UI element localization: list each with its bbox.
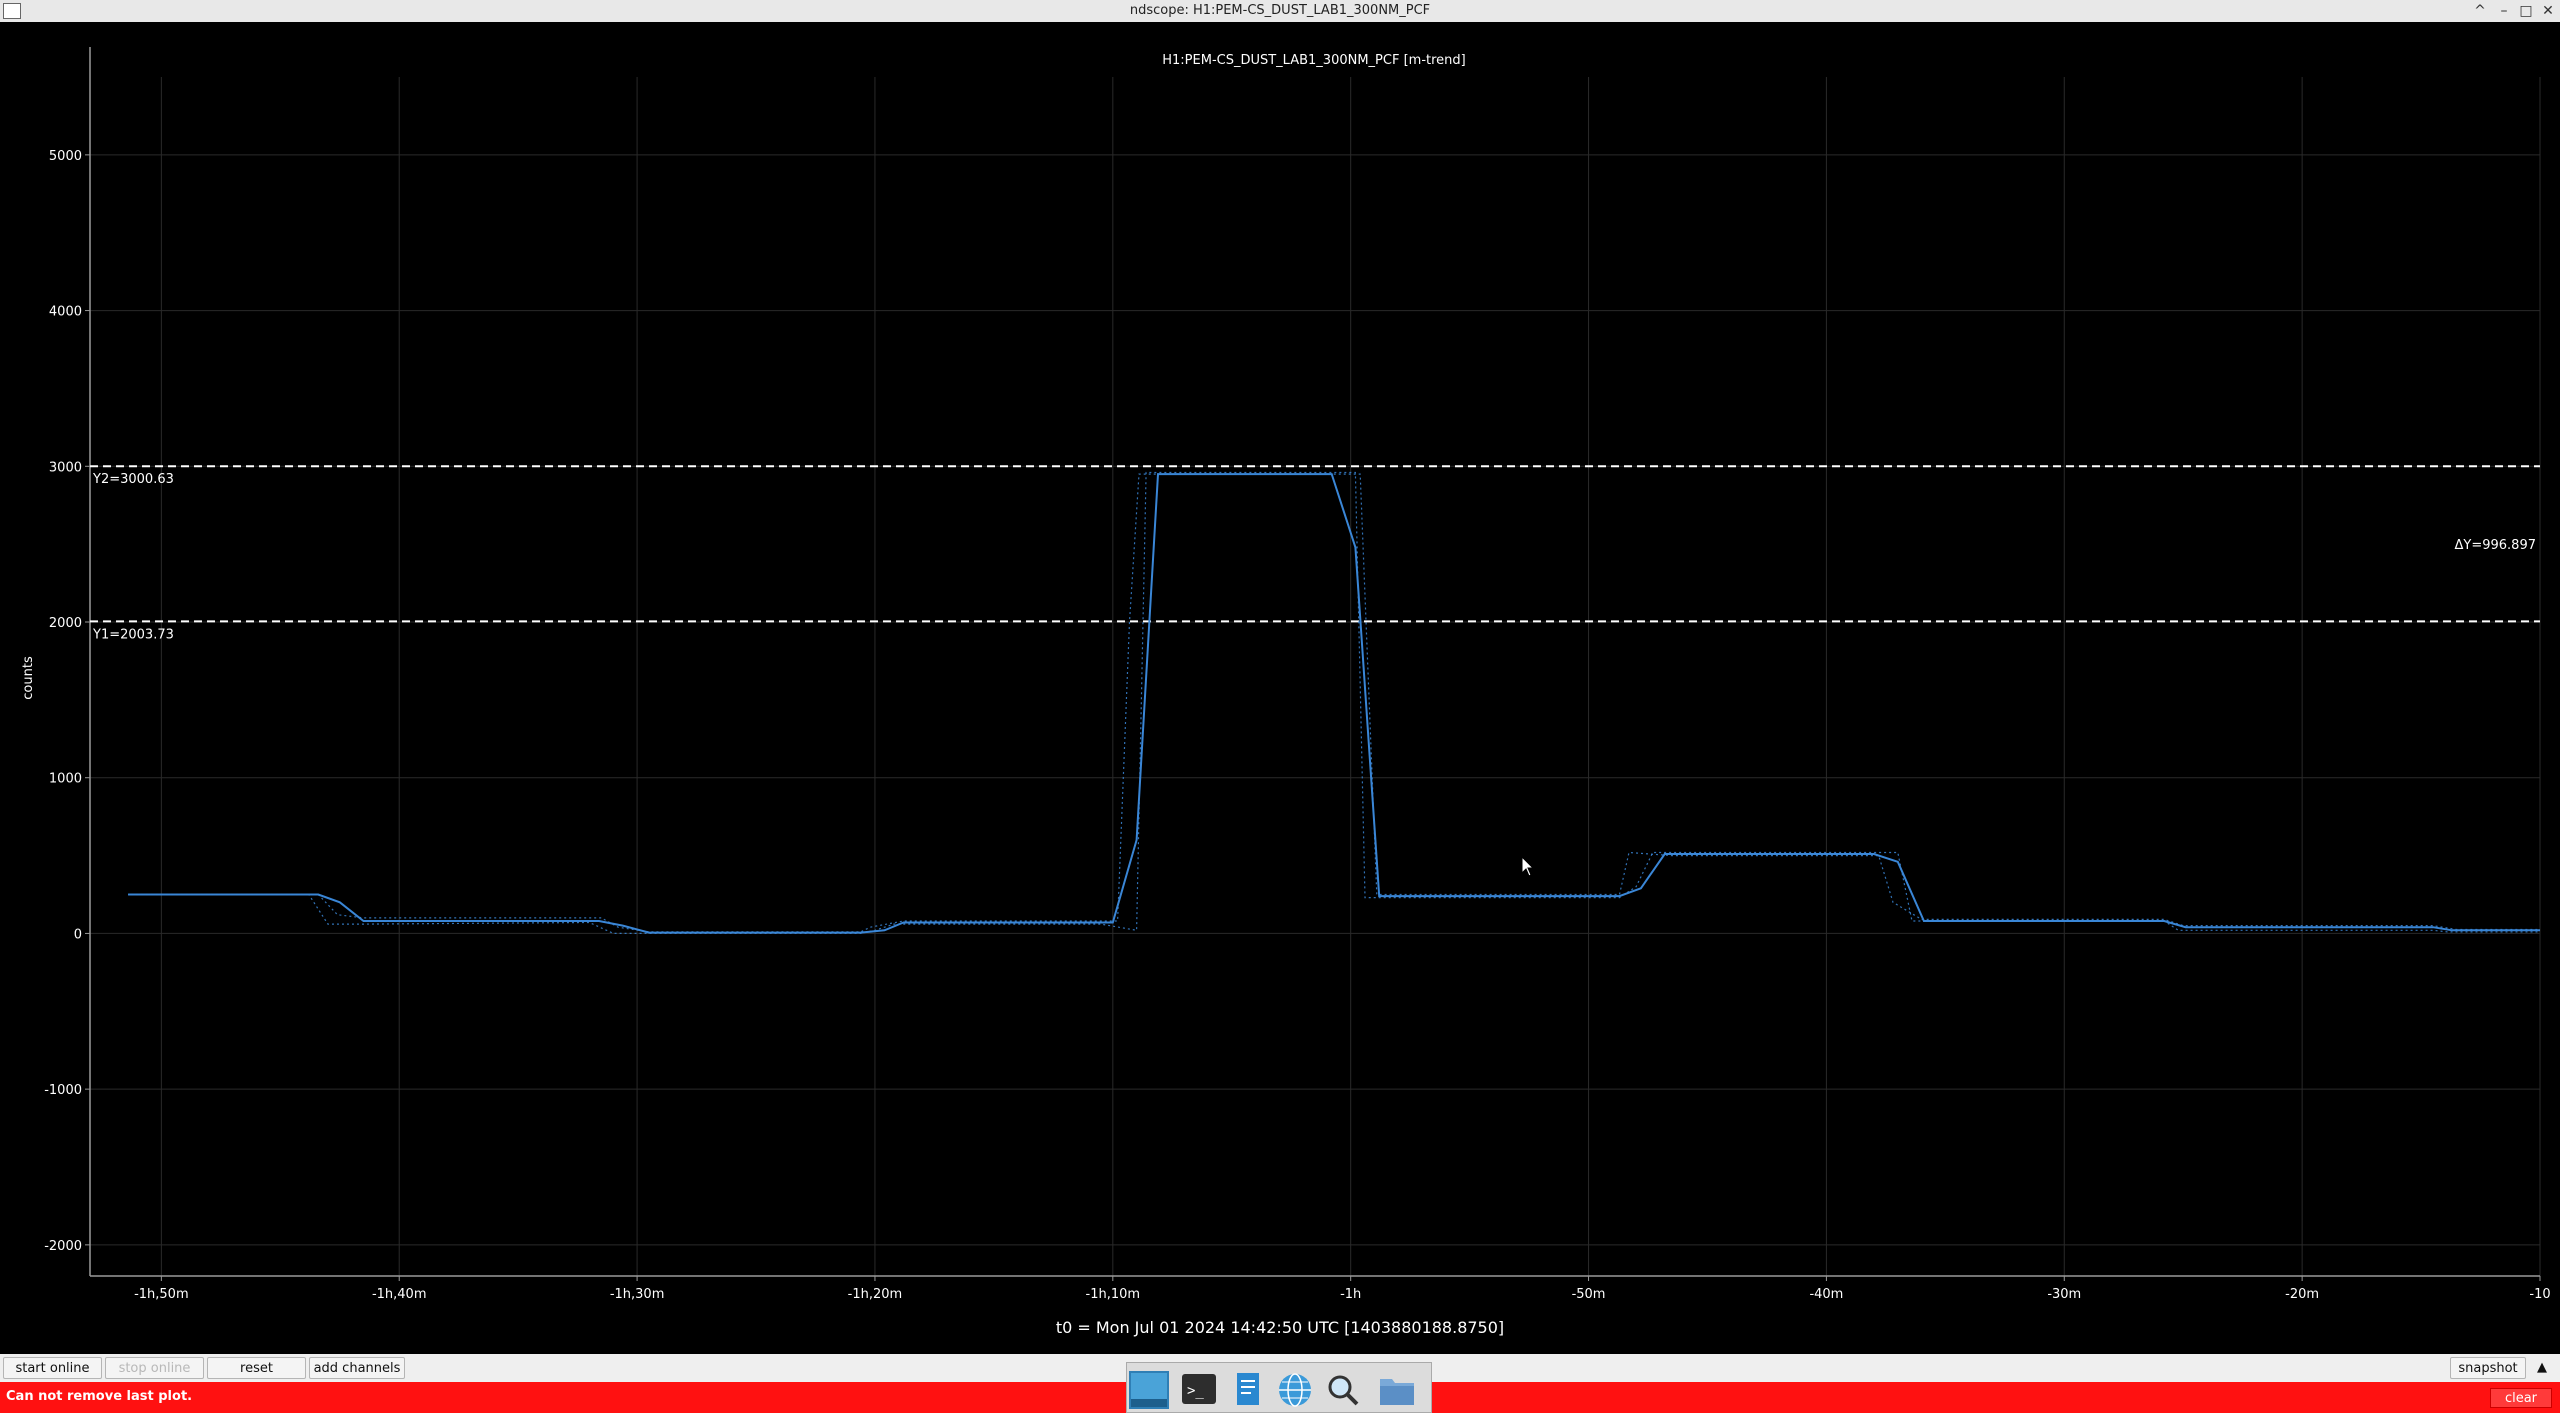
file-manager-icon[interactable] (1377, 1371, 1417, 1409)
x-tick-label: -20m (2285, 1287, 2319, 1302)
x-tick-label: -1h,40m (372, 1287, 427, 1302)
x-tick-label: -10 (2529, 1287, 2550, 1302)
x-tick-label: -1h,10m (1086, 1287, 1141, 1302)
y-tick-label: -2000 (44, 1239, 82, 1254)
window-titlebar: ndscope: H1:PEM-CS_DUST_LAB1_300NM_PCF ^… (0, 0, 2560, 22)
add-channels-button[interactable]: add channels (309, 1357, 405, 1379)
snapshot-button[interactable]: snapshot (2450, 1357, 2526, 1379)
plot-title: H1:PEM-CS_DUST_LAB1_300NM_PCF [m-trend] (1162, 53, 1465, 68)
window-close-button[interactable]: ✕ (2538, 1, 2558, 21)
cursor-y2-label: Y2=3000.63 (92, 472, 174, 487)
status-message: Can not remove last plot. (6, 1389, 193, 1404)
x-tick-label: -50m (1572, 1287, 1606, 1302)
y-tick-label: 2000 (49, 616, 82, 631)
cursor-y1-label: Y1=2003.73 (92, 627, 174, 642)
plot-canvas[interactable]: -2000 -1000 0 1000 2000 3000 4000 5000 -1h,50m -1… (0, 22, 2560, 1354)
x-tick-label: -1h,20m (848, 1287, 903, 1302)
search-icon[interactable] (1323, 1371, 1363, 1409)
clear-status-button[interactable]: clear (2490, 1388, 2552, 1408)
y-tick-label: 0 (74, 927, 82, 942)
expand-panel-button[interactable]: ▲ (2530, 1357, 2554, 1379)
window-maximize-button[interactable]: □ (2516, 1, 2536, 21)
x-tick-label: -1h,50m (134, 1287, 189, 1302)
x-tick-label: -30m (2047, 1287, 2081, 1302)
stop-online-button[interactable]: stop online (105, 1357, 204, 1379)
start-online-button[interactable]: start online (3, 1357, 102, 1379)
desktop-icon[interactable] (1129, 1371, 1169, 1409)
window-title: ndscope: H1:PEM-CS_DUST_LAB1_300NM_PCF (1129, 3, 1431, 18)
svg-text:>_: >_ (1187, 1383, 1204, 1399)
cursor-delta-y-label: ΔY=996.897 (2455, 538, 2537, 553)
y-tick-label: 3000 (49, 460, 82, 475)
series-mean-line (128, 473, 2540, 934)
taskbar: >_ (1126, 1362, 1432, 1413)
y-tick-label: 1000 (49, 772, 82, 787)
x-tick-label: -40m (1809, 1287, 1843, 1302)
x-tick-label: -1h (1340, 1287, 1361, 1302)
t0-label: t0 = Mon Jul 01 2024 14:42:50 UTC [14038… (1056, 1318, 1504, 1337)
mouse-pointer-icon (1521, 855, 1535, 877)
y-tick-label: 5000 (49, 149, 82, 164)
y-tick-label: -1000 (44, 1083, 82, 1098)
series-minmax-line (128, 471, 2540, 935)
browser-globe-icon[interactable] (1275, 1371, 1315, 1409)
y-axis-label: counts (21, 656, 36, 700)
plot-area[interactable]: -2000 -1000 0 1000 2000 3000 4000 5000 -1h,50m -1… (0, 22, 2560, 1354)
terminal-icon[interactable]: >_ (1179, 1371, 1219, 1409)
reset-button[interactable]: reset (207, 1357, 306, 1379)
text-editor-icon[interactable] (1227, 1371, 1267, 1409)
window-minimize-button[interactable]: – (2494, 1, 2514, 21)
window-shade-button[interactable]: ^ (2470, 1, 2490, 21)
y-tick-label: 4000 (49, 305, 82, 320)
x-tick-label: -1h,30m (610, 1287, 665, 1302)
series-minmax-line (128, 473, 2540, 933)
